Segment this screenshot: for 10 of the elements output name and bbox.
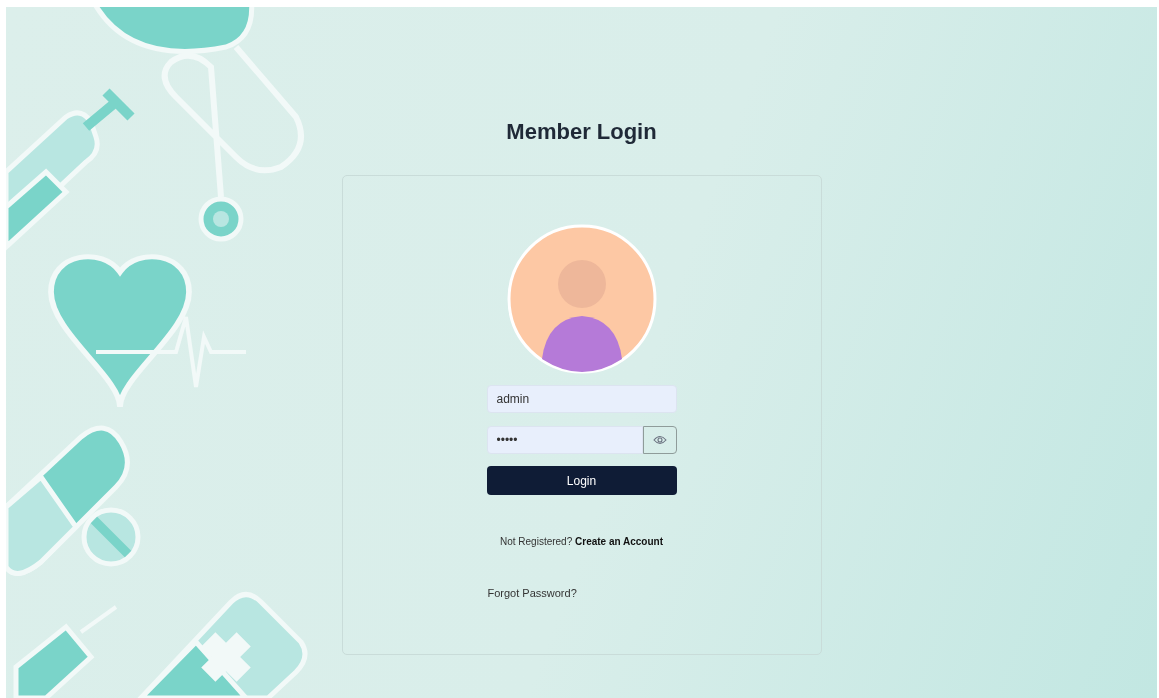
create-account-link[interactable]: Create an Account <box>575 536 663 547</box>
page-title: Member Login <box>506 119 657 145</box>
forgot-password-link[interactable]: Forgot Password? <box>487 587 577 599</box>
show-password-button[interactable] <box>642 426 677 454</box>
username-field[interactable]: admin <box>486 385 677 413</box>
eye-icon <box>652 435 667 445</box>
login-button[interactable]: Login <box>486 466 677 495</box>
register-prompt: Not Registered? Create an Account <box>500 536 663 547</box>
avatar-icon <box>506 224 657 374</box>
password-field[interactable]: ••••• <box>486 426 643 454</box>
